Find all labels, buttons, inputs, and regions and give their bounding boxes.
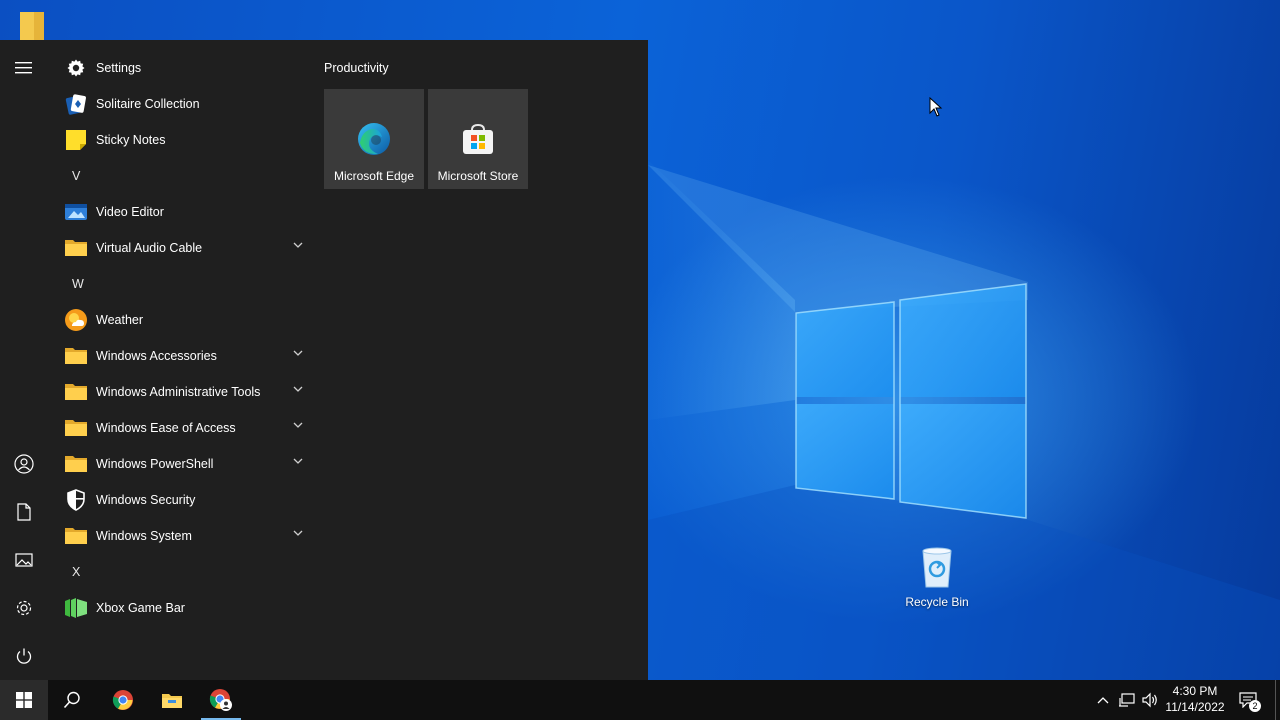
app-item-weather[interactable]: Weather (48, 302, 313, 338)
chevron-down-icon (293, 350, 303, 356)
taskbar-chrome[interactable] (99, 680, 147, 720)
file-explorer-icon (162, 694, 182, 708)
search-icon (63, 691, 80, 709)
app-item-label: Xbox Game Bar (96, 601, 185, 615)
app-item-label: Windows System (96, 529, 192, 543)
app-item-windows-system[interactable]: Windows System (48, 518, 313, 554)
gear-icon (64, 56, 88, 80)
weather-icon (64, 308, 88, 332)
recycle-bin-label: Recycle Bin (905, 595, 969, 609)
notification-count-badge: 2 (1249, 700, 1261, 712)
app-item-label: Windows Ease of Access (96, 421, 236, 435)
show-hidden-icons[interactable] (1092, 680, 1114, 720)
tile-microsoft-store[interactable]: Microsoft Store (428, 89, 528, 189)
volume-button[interactable] (1139, 680, 1161, 720)
taskbar: 4:30 PM 11/14/2022 2 (0, 680, 1280, 720)
recycle-bin-icon (922, 547, 952, 588)
network-button[interactable] (1116, 680, 1138, 720)
chrome-icon (112, 690, 133, 710)
app-item-virtual-audio-cable[interactable]: Virtual Audio Cable (48, 230, 313, 266)
recycle-bin[interactable]: Recycle Bin (897, 545, 977, 609)
folder-icon (64, 380, 88, 404)
desktop-folder-icon[interactable] (20, 10, 46, 40)
edge-icon (358, 123, 390, 155)
chevron-down-icon (293, 458, 303, 464)
chevron-down-icon (293, 530, 303, 536)
app-item-solitaire-collection[interactable]: Solitaire Collection (48, 86, 313, 122)
app-item-label: Windows PowerShell (96, 457, 214, 471)
app-item-label: Windows Administrative Tools (96, 385, 261, 399)
start-button[interactable] (0, 680, 48, 720)
app-item-windows-administrative-tools[interactable]: Windows Administrative Tools (48, 374, 313, 410)
windows-start-icon (16, 692, 32, 708)
app-item-label: Settings (96, 61, 142, 75)
folder-icon (64, 524, 88, 548)
folder-icon (64, 452, 88, 476)
pictures-icon[interactable] (12, 548, 36, 572)
section-letter-v[interactable]: V (48, 158, 313, 194)
network-icon (1119, 693, 1135, 707)
settings-icon[interactable] (12, 596, 36, 620)
app-item-video-editor[interactable]: Video Editor (48, 194, 313, 230)
chevron-down-icon (293, 422, 303, 428)
xbox-game-bar-icon (64, 596, 88, 620)
tile-label: Microsoft Store (437, 169, 519, 183)
folder-icon (64, 344, 88, 368)
user-icon[interactable] (12, 452, 36, 476)
start-menu-rail (0, 40, 48, 680)
store-icon (463, 123, 493, 154)
app-item-windows-accessories[interactable]: Windows Accessories (48, 338, 313, 374)
app-item-windows-security[interactable]: Windows Security (48, 482, 313, 518)
clock-time: 4:30 PM (1172, 684, 1218, 698)
section-letter-w[interactable]: W (48, 266, 313, 302)
start-menu: Settings Solitaire Collection Sticky Notes… (0, 40, 648, 680)
chevron-down-icon (293, 242, 303, 248)
app-item-windows-ease-of-access[interactable]: Windows Ease of Access (48, 410, 313, 446)
app-item-label: Weather (96, 313, 144, 327)
power-icon[interactable] (12, 644, 36, 668)
show-desktop-button[interactable] (1275, 680, 1280, 720)
video-editor-icon (64, 200, 88, 224)
app-item-label: Solitaire Collection (96, 97, 200, 111)
tile-group-title[interactable]: Productivity (324, 61, 389, 75)
documents-icon[interactable] (12, 500, 36, 524)
app-item-label: Video Editor (96, 205, 164, 219)
app-item-settings[interactable]: Settings (48, 50, 313, 86)
app-item-xbox-game-bar[interactable]: Xbox Game Bar (48, 590, 313, 626)
tile-label: Microsoft Edge (333, 169, 415, 183)
folder-icon (64, 236, 88, 260)
shield-icon (64, 488, 88, 512)
volume-icon (1142, 692, 1157, 708)
chevron-up-icon (1097, 697, 1109, 704)
tile-microsoft-edge[interactable]: Microsoft Edge (324, 89, 424, 189)
clock[interactable]: 4:30 PM 11/14/2022 (1160, 683, 1230, 715)
hamburger-icon[interactable] (12, 56, 36, 80)
folder-icon (64, 416, 88, 440)
app-item-label: Windows Security (96, 493, 196, 507)
app-item-label: Virtual Audio Cable (96, 241, 203, 255)
chrome-profile-icon (209, 689, 232, 711)
chevron-down-icon (293, 386, 303, 392)
app-list: Settings Solitaire Collection Sticky Notes… (48, 50, 313, 626)
app-item-label: Sticky Notes (96, 133, 166, 147)
section-letter-x[interactable]: X (48, 554, 313, 590)
taskbar-file-explorer[interactable] (148, 680, 196, 720)
app-item-label: Windows Accessories (96, 349, 217, 363)
taskbar-chrome-profile[interactable] (197, 680, 245, 720)
search-button[interactable] (48, 680, 96, 720)
app-item-sticky-notes[interactable]: Sticky Notes (48, 122, 313, 158)
sticky-notes-icon (64, 128, 88, 152)
clock-date: 11/14/2022 (1165, 700, 1225, 714)
solitaire-icon (64, 92, 88, 116)
mouse-cursor-icon (929, 97, 943, 117)
app-item-windows-powershell[interactable]: Windows PowerShell (48, 446, 313, 482)
